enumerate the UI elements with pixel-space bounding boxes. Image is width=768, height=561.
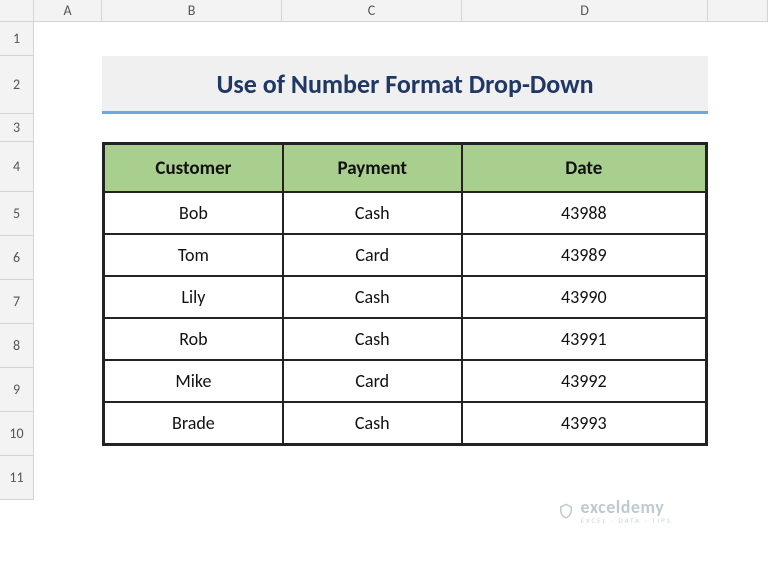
cell-date[interactable]: 43990: [462, 276, 706, 318]
table-row: Rob Cash 43991: [104, 318, 706, 360]
header-payment[interactable]: Payment: [283, 144, 462, 192]
cell-customer[interactable]: Lily: [104, 276, 283, 318]
table-row: Brade Cash 43993: [104, 402, 706, 444]
cells-area[interactable]: Use of Number Format Drop-Down Customer …: [34, 22, 768, 561]
watermark-text: exceldemy EXCEL · DATA · TIPS: [581, 496, 672, 525]
watermark-sub: EXCEL · DATA · TIPS: [581, 516, 672, 525]
cell-customer[interactable]: Mike: [104, 360, 283, 402]
row-header-1[interactable]: 1: [0, 22, 34, 56]
select-all-corner[interactable]: [0, 0, 34, 21]
title-text: Use of Number Format Drop-Down: [216, 68, 593, 100]
header-date[interactable]: Date: [462, 144, 706, 192]
cell-customer[interactable]: Rob: [104, 318, 283, 360]
data-table: Customer Payment Date Bob Cash 43988 Tom…: [102, 142, 708, 446]
row-header-8[interactable]: 8: [0, 324, 34, 368]
col-header-a[interactable]: A: [34, 0, 102, 21]
cell-date[interactable]: 43992: [462, 360, 706, 402]
cell-customer[interactable]: Bob: [104, 192, 283, 234]
col-header-c[interactable]: C: [282, 0, 462, 21]
cell-date[interactable]: 43991: [462, 318, 706, 360]
table-row: Tom Card 43989: [104, 234, 706, 276]
cell-payment[interactable]: Cash: [283, 276, 462, 318]
cell-payment[interactable]: Cash: [283, 192, 462, 234]
row-header-3[interactable]: 3: [0, 114, 34, 142]
cell-payment[interactable]: Card: [283, 360, 462, 402]
table-row: Lily Cash 43990: [104, 276, 706, 318]
table-row: Bob Cash 43988: [104, 192, 706, 234]
row-header-2[interactable]: 2: [0, 56, 34, 114]
cell-date[interactable]: 43989: [462, 234, 706, 276]
spreadsheet: A B C D 1 2 3 4 5 6 7 8 9 10 11 Use of N…: [0, 0, 768, 561]
cell-customer[interactable]: Tom: [104, 234, 283, 276]
header-customer[interactable]: Customer: [104, 144, 283, 192]
cell-payment[interactable]: Cash: [283, 402, 462, 444]
cell-payment[interactable]: Cash: [283, 318, 462, 360]
row-header-10[interactable]: 10: [0, 412, 34, 456]
table-row: Mike Card 43992: [104, 360, 706, 402]
row-header-11[interactable]: 11: [0, 456, 34, 500]
table-header-row: Customer Payment Date: [104, 144, 706, 192]
title-cell[interactable]: Use of Number Format Drop-Down: [102, 56, 708, 114]
column-headers: A B C D: [0, 0, 768, 22]
col-header-e[interactable]: [708, 0, 768, 21]
cell-customer[interactable]: Brade: [104, 402, 283, 444]
row-header-5[interactable]: 5: [0, 192, 34, 236]
row-header-4[interactable]: 4: [0, 142, 34, 192]
row-header-6[interactable]: 6: [0, 236, 34, 280]
row-header-9[interactable]: 9: [0, 368, 34, 412]
row-headers: 1 2 3 4 5 6 7 8 9 10 11: [0, 22, 34, 500]
col-header-d[interactable]: D: [462, 0, 708, 21]
cell-payment[interactable]: Card: [283, 234, 462, 276]
row-header-7[interactable]: 7: [0, 280, 34, 324]
watermark-brand: exceldemy: [581, 496, 665, 518]
watermark: exceldemy EXCEL · DATA · TIPS: [557, 496, 672, 525]
col-header-b[interactable]: B: [102, 0, 282, 21]
cell-date[interactable]: 43993: [462, 402, 706, 444]
logo-icon: [557, 502, 575, 520]
cell-date[interactable]: 43988: [462, 192, 706, 234]
